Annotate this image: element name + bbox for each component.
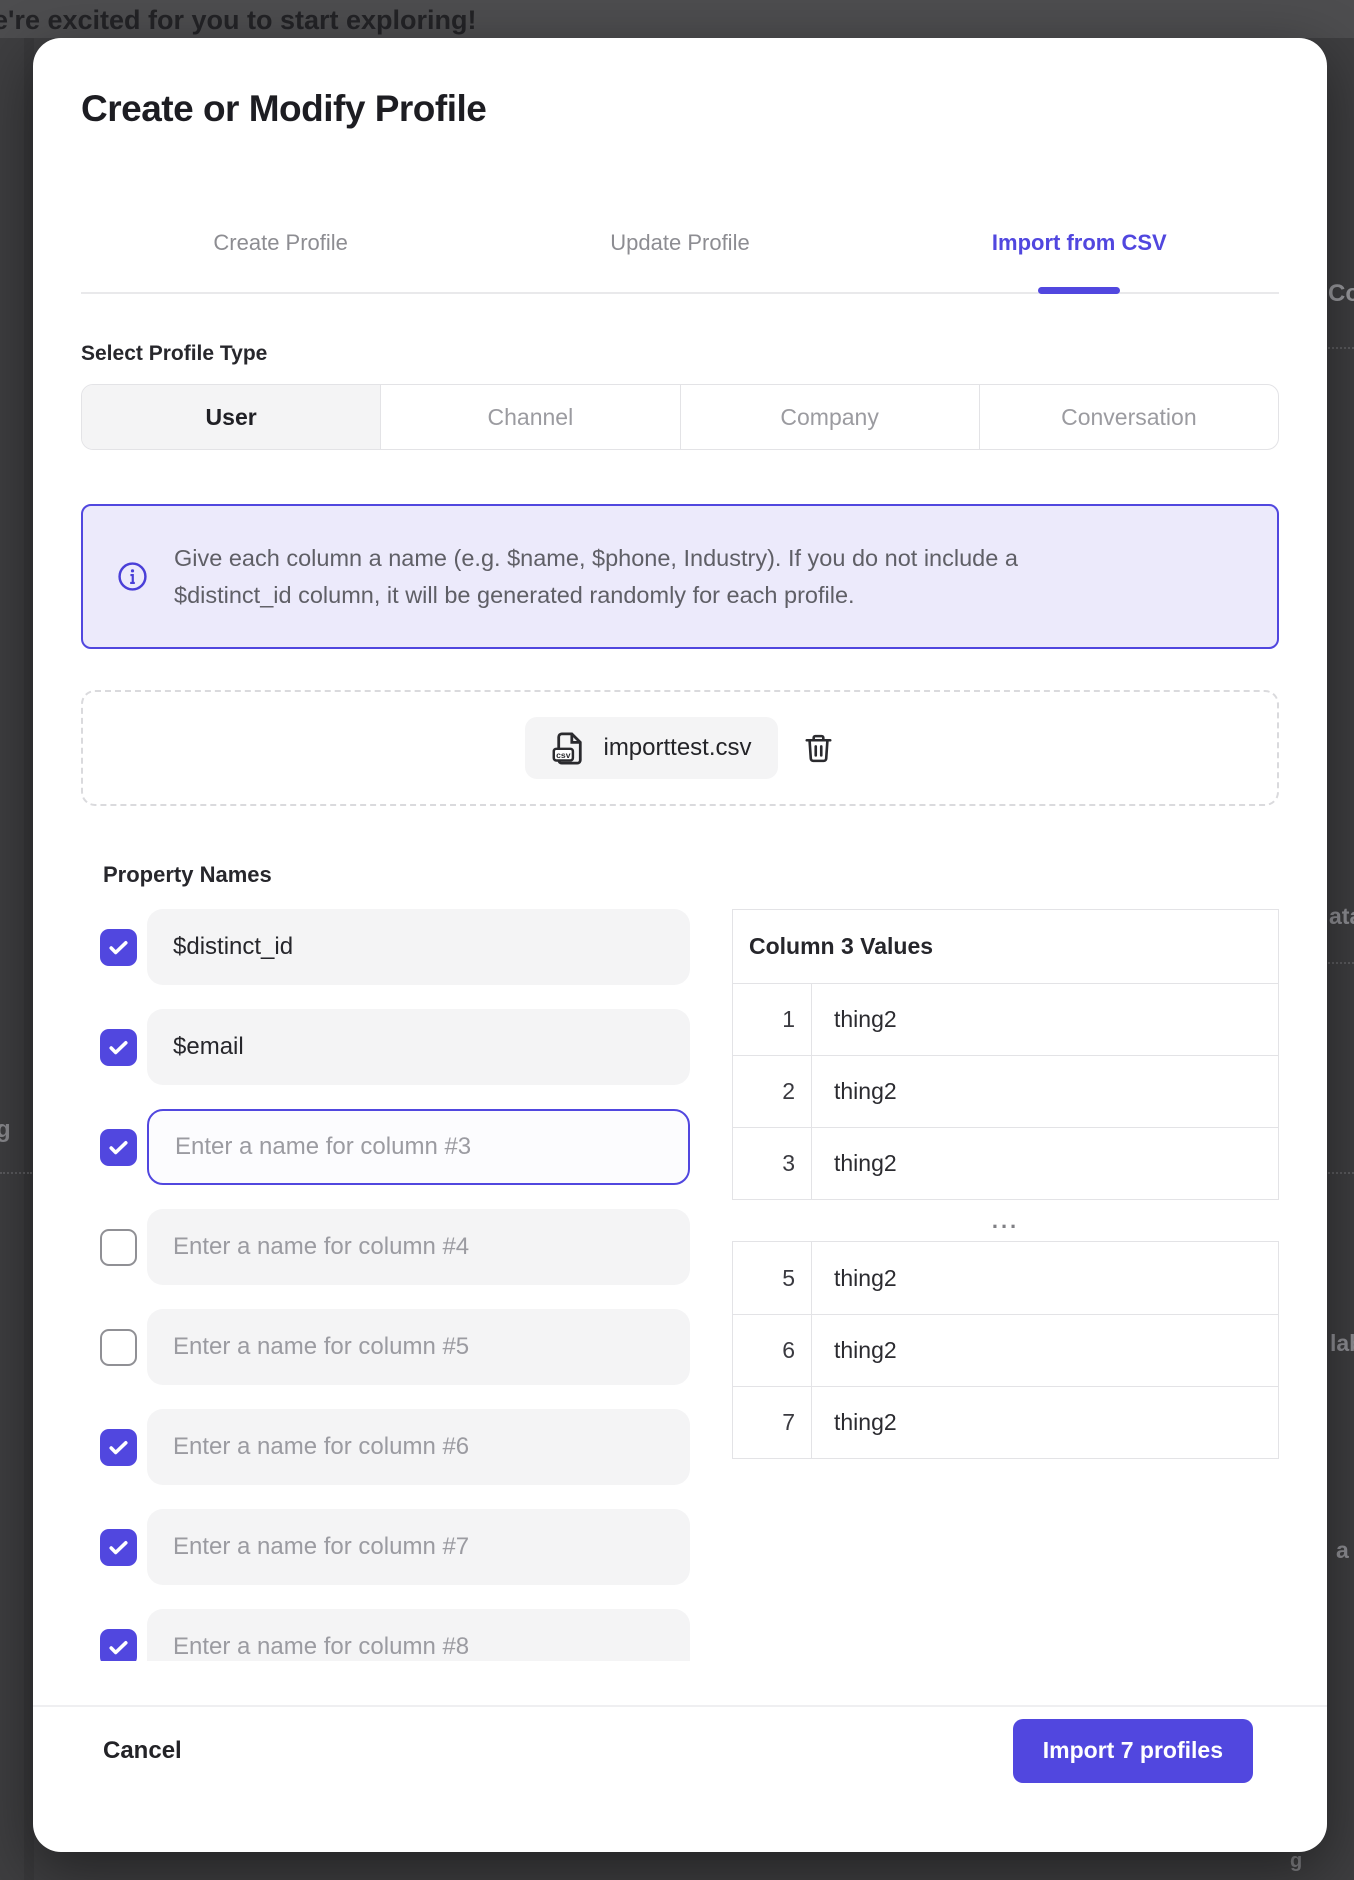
- property-names-heading: Property Names: [103, 862, 1279, 888]
- uploaded-file-name: importtest.csv: [603, 734, 751, 762]
- row-value: thing2: [812, 1128, 1278, 1199]
- dialog-tabs: Create Profile Update Profile Import fro…: [81, 230, 1279, 256]
- profile-type-channel[interactable]: Channel: [380, 385, 679, 449]
- column-5-name-input[interactable]: [147, 1309, 690, 1385]
- preview-table-bottom: 5 thing2 6 thing2 7 thing2: [732, 1241, 1279, 1459]
- table-row: 7 thing2: [733, 1386, 1278, 1458]
- csv-dropzone[interactable]: csv importtest.csv: [81, 690, 1279, 806]
- column-4-name-input[interactable]: [147, 1209, 690, 1285]
- table-row: 2 thing2: [733, 1055, 1278, 1127]
- profile-type-selector: User Channel Company Conversation: [81, 384, 1279, 450]
- column-3-name-input[interactable]: [147, 1109, 690, 1185]
- property-row-6: [81, 1409, 732, 1485]
- check-icon: [106, 1635, 131, 1660]
- background-fragment: Col: [1328, 280, 1354, 308]
- table-row: 1 thing2: [733, 983, 1278, 1055]
- background-fragment: a: [1336, 1537, 1349, 1564]
- background-divider: [0, 1172, 32, 1174]
- column-3-checkbox[interactable]: [100, 1129, 137, 1166]
- column-7-checkbox[interactable]: [100, 1529, 137, 1566]
- background-fragment: ata: [1329, 903, 1354, 930]
- column-5-checkbox[interactable]: [100, 1329, 137, 1366]
- import-profiles-button[interactable]: Import 7 profiles: [1013, 1719, 1253, 1783]
- row-number: 2: [733, 1056, 812, 1127]
- profile-type-company[interactable]: Company: [680, 385, 979, 449]
- column-7-name-input[interactable]: [147, 1509, 690, 1585]
- profile-type-user[interactable]: User: [82, 385, 380, 449]
- info-text-line2: $distinct_id column, it will be generate…: [174, 577, 1018, 614]
- remove-file-button[interactable]: [802, 732, 835, 765]
- trash-icon: [802, 732, 835, 765]
- background-divider: [1328, 1172, 1354, 1174]
- property-row-4: [81, 1209, 732, 1285]
- dialog-title: Create or Modify Profile: [81, 88, 1279, 130]
- row-value: thing2: [812, 1387, 1278, 1458]
- column-6-checkbox[interactable]: [100, 1429, 137, 1466]
- row-value: thing2: [812, 984, 1278, 1055]
- footer-divider: [33, 1705, 1327, 1707]
- preview-ellipsis: ...: [732, 1200, 1279, 1241]
- property-row-3: [81, 1109, 732, 1185]
- property-row-7: [81, 1509, 732, 1585]
- background-banner: e're excited for you to start exploring!: [0, 0, 1354, 38]
- tab-divider: [81, 292, 1279, 294]
- row-number: 6: [733, 1315, 812, 1386]
- background-divider: [1328, 962, 1354, 964]
- table-row: 6 thing2: [733, 1314, 1278, 1386]
- background-divider: [1328, 347, 1354, 349]
- create-or-modify-profile-dialog: Create or Modify Profile Create Profile …: [33, 38, 1327, 1852]
- row-value: thing2: [812, 1315, 1278, 1386]
- cancel-button[interactable]: Cancel: [103, 1737, 182, 1765]
- check-icon: [106, 935, 131, 960]
- background-fragment: g: [0, 1116, 11, 1144]
- uploaded-file-chip[interactable]: csv importtest.csv: [525, 717, 777, 779]
- column-values-preview: Column 3 Values 1 thing2 2 thing2 3 thin…: [732, 909, 1279, 1661]
- info-text: Give each column a name (e.g. $name, $ph…: [174, 540, 1018, 614]
- info-text-line1: Give each column a name (e.g. $name, $ph…: [174, 540, 1018, 577]
- preview-table-header: Column 3 Values: [733, 910, 1278, 983]
- column-1-name-input[interactable]: [147, 909, 690, 985]
- svg-text:csv: csv: [557, 749, 572, 759]
- tab-update-profile[interactable]: Update Profile: [480, 230, 879, 256]
- profile-type-conversation[interactable]: Conversation: [979, 385, 1278, 449]
- info-banner: Give each column a name (e.g. $name, $ph…: [81, 504, 1279, 649]
- tab-import-from-csv[interactable]: Import from CSV: [880, 230, 1279, 256]
- row-number: 5: [733, 1242, 812, 1314]
- row-value: thing2: [812, 1056, 1278, 1127]
- check-icon: [106, 1435, 131, 1460]
- table-row: 3 thing2: [733, 1127, 1278, 1199]
- column-8-name-input[interactable]: [147, 1609, 690, 1661]
- property-row-5: [81, 1309, 732, 1385]
- check-icon: [106, 1535, 131, 1560]
- tab-create-profile[interactable]: Create Profile: [81, 230, 480, 256]
- property-name-list: [81, 909, 732, 1661]
- table-row: 5 thing2: [733, 1242, 1278, 1314]
- row-number: 3: [733, 1128, 812, 1199]
- profile-type-label: Select Profile Type: [81, 342, 1279, 366]
- column-4-checkbox[interactable]: [100, 1229, 137, 1266]
- background-fragment: g: [1290, 1850, 1302, 1873]
- row-number: 7: [733, 1387, 812, 1458]
- column-1-checkbox[interactable]: [100, 929, 137, 966]
- preview-table-top: Column 3 Values 1 thing2 2 thing2 3 thin…: [732, 909, 1279, 1200]
- background-banner-text: e're excited for you to start exploring!: [0, 5, 477, 36]
- row-value: thing2: [812, 1242, 1278, 1314]
- property-row-8: [81, 1609, 732, 1661]
- row-number: 1: [733, 984, 812, 1055]
- check-icon: [106, 1135, 131, 1160]
- property-row-1: [81, 909, 732, 985]
- csv-file-icon: csv: [551, 730, 588, 767]
- column-8-checkbox[interactable]: [100, 1629, 137, 1662]
- column-2-checkbox[interactable]: [100, 1029, 137, 1066]
- property-row-2: [81, 1009, 732, 1085]
- active-tab-indicator: [1038, 287, 1120, 294]
- column-6-name-input[interactable]: [147, 1409, 690, 1485]
- check-icon: [106, 1035, 131, 1060]
- mapping-area: Column 3 Values 1 thing2 2 thing2 3 thin…: [81, 909, 1279, 1661]
- info-icon: [117, 561, 148, 592]
- background-fragment: lab: [1330, 1330, 1354, 1357]
- column-2-name-input[interactable]: [147, 1009, 690, 1085]
- dialog-footer: Cancel Import 7 profiles: [81, 1719, 1279, 1783]
